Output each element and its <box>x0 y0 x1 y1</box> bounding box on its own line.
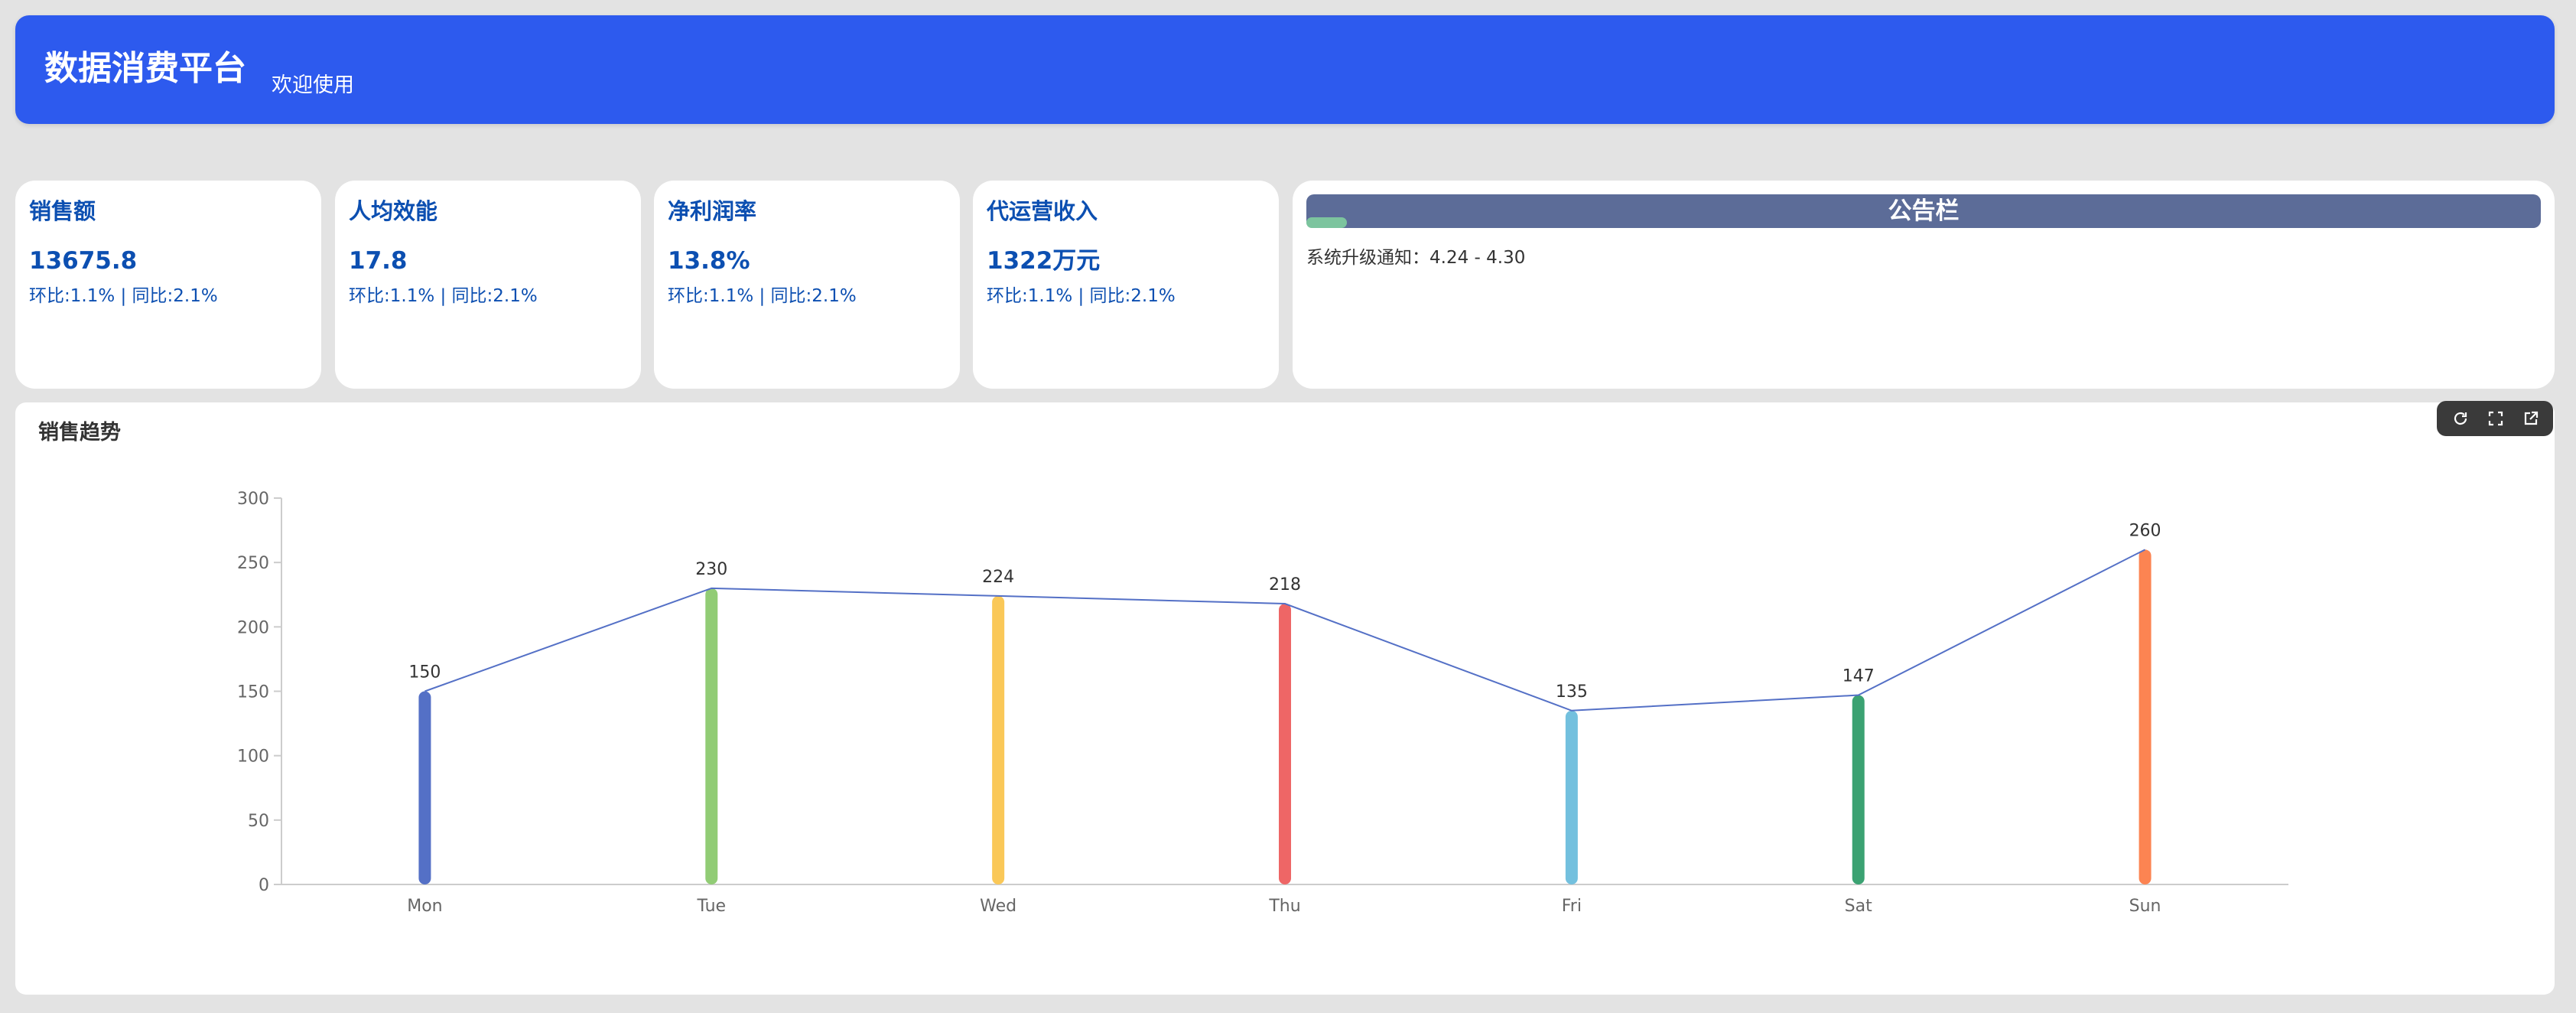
sales-trend-chart: 0 50 100 150 200 250 300 Mon Tue Wed Thu Fri Sat Sun 1… <box>237 490 2288 916</box>
kpi-comparison: 环比:1.1% | 同比:2.1% <box>349 286 538 306</box>
data-label: 218 <box>1269 575 1301 594</box>
app-title: 数据消费平台 <box>44 49 246 88</box>
sales-trend-card: 销售趋势 0 50 100 150 200 250 300 Mon Tue Wed Thu Fri Sa… <box>15 402 2555 995</box>
x-tick-label: Mon <box>407 897 442 916</box>
y-tick-label: 50 <box>248 812 269 831</box>
bar <box>1852 695 1865 884</box>
notice-board: 公告栏 系统升级通知：4.24 - 4.30 <box>1293 181 2555 389</box>
data-label: 230 <box>695 560 727 579</box>
bar <box>705 588 718 884</box>
x-tick-label: Thu <box>1268 897 1300 916</box>
kpi-title: 人均效能 <box>349 198 438 224</box>
data-label: 147 <box>1843 667 1875 686</box>
kpi-value: 13.8% <box>668 247 750 275</box>
kpi-card-net-margin[interactable]: 净利润率 13.8% 环比:1.1% | 同比:2.1% <box>654 181 960 389</box>
y-tick-label: 150 <box>237 683 269 702</box>
open-external-icon[interactable] <box>2519 407 2542 430</box>
kpi-title: 销售额 <box>29 198 96 224</box>
welcome-text: 欢迎使用 <box>272 73 354 97</box>
kpi-card-ops-revenue[interactable]: 代运营收入 1322万元 环比:1.1% | 同比:2.1% <box>973 181 1279 389</box>
y-tick-label: 200 <box>237 618 269 637</box>
y-tick-label: 300 <box>237 490 269 509</box>
fullscreen-icon[interactable] <box>2484 407 2507 430</box>
kpi-comparison: 环比:1.1% | 同比:2.1% <box>987 286 1176 306</box>
kpi-card-sales[interactable]: 销售额 13675.8 环比:1.1% | 同比:2.1% <box>15 181 321 389</box>
kpi-comparison: 环比:1.1% | 同比:2.1% <box>668 286 857 306</box>
y-tick-label: 250 <box>237 554 269 573</box>
kpi-title: 代运营收入 <box>987 198 1098 224</box>
data-label: 260 <box>2129 521 2161 540</box>
y-tick-label: 0 <box>259 876 269 895</box>
x-tick-label: Fri <box>1562 897 1582 916</box>
x-tick-label: Sun <box>2129 897 2161 916</box>
bar <box>418 691 431 884</box>
kpi-value: 1322万元 <box>987 247 1101 275</box>
kpi-value: 13675.8 <box>29 247 138 275</box>
data-label: 150 <box>408 663 441 682</box>
app-header: 数据消费平台 欢迎使用 <box>15 15 2555 124</box>
notice-item[interactable]: 系统升级通知：4.24 - 4.30 <box>1306 249 1525 267</box>
data-label: 135 <box>1556 682 1588 702</box>
data-label: 224 <box>982 568 1014 587</box>
kpi-value: 17.8 <box>349 247 408 275</box>
bar <box>1565 710 1578 884</box>
x-tick-label: Wed <box>980 897 1016 916</box>
kpi-comparison: 环比:1.1% | 同比:2.1% <box>29 286 218 306</box>
bar <box>992 595 1005 884</box>
bar <box>1279 604 1291 884</box>
kpi-title: 净利润率 <box>668 198 757 224</box>
refresh-icon[interactable] <box>2449 407 2472 430</box>
x-tick-label: Sat <box>1845 897 1872 916</box>
bar <box>2139 549 2152 884</box>
y-tick-label: 100 <box>237 748 269 767</box>
notice-header: 公告栏 <box>1306 194 2541 228</box>
kpi-card-efficiency[interactable]: 人均效能 17.8 环比:1.1% | 同比:2.1% <box>335 181 641 389</box>
notice-title: 公告栏 <box>1888 197 1960 225</box>
x-tick-label: Tue <box>696 897 726 916</box>
chart-toolbar <box>2437 401 2553 436</box>
